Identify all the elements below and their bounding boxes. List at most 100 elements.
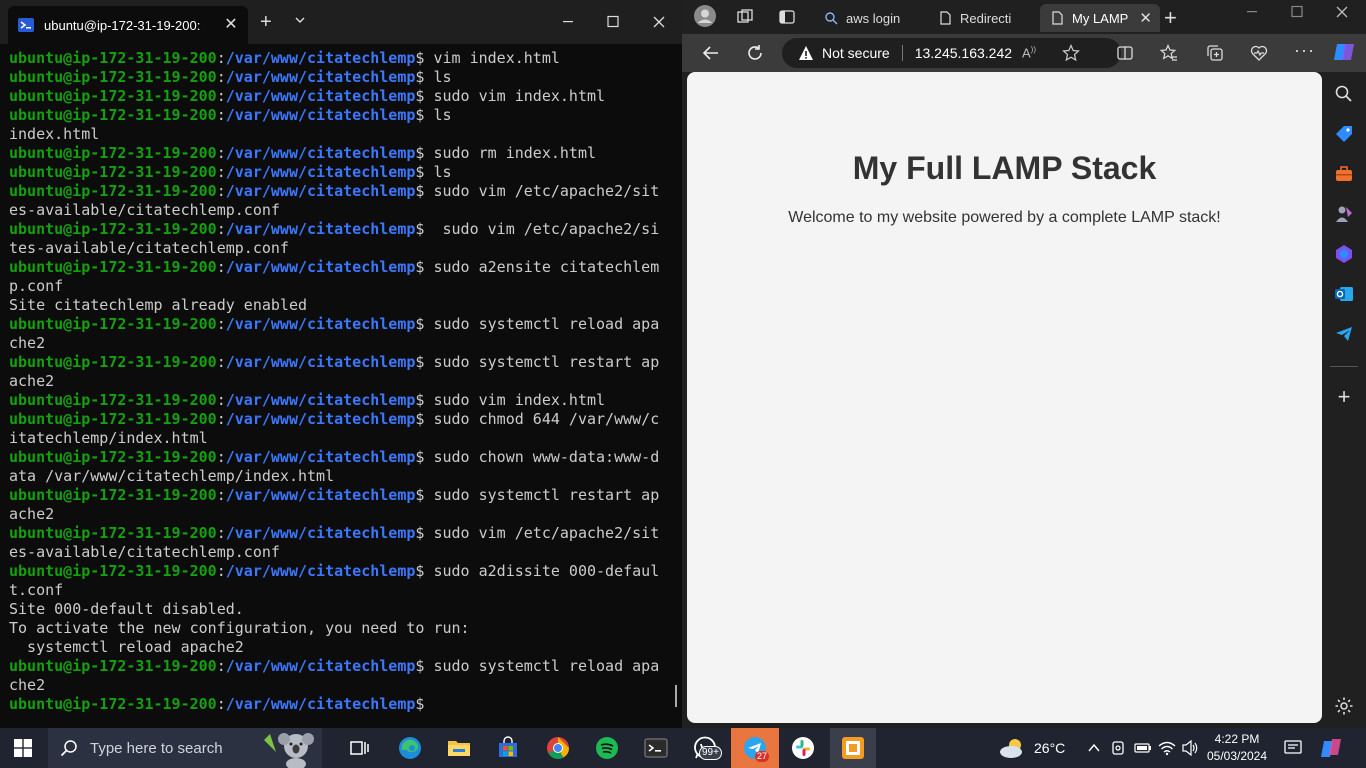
search-icon[interactable] xyxy=(1334,84,1354,104)
prompt-colon: : xyxy=(216,87,226,105)
slack-icon[interactable] xyxy=(791,736,815,760)
security-status[interactable]: Not secure xyxy=(822,45,890,61)
microsoft-store-icon[interactable] xyxy=(496,736,520,760)
terminal-prompt-line: ubuntu@ip-172-31-19-200:/var/www/citatec… xyxy=(9,353,674,372)
terminal-output-text: es-available/citatechlemp.conf xyxy=(9,201,280,219)
prompt-dollar: $ xyxy=(415,391,434,409)
task-view-icon[interactable] xyxy=(348,736,372,760)
weather-cloud-icon[interactable] xyxy=(998,736,1028,760)
close-tab-icon[interactable]: ✕ xyxy=(1139,9,1152,27)
telegram-app[interactable]: 27 xyxy=(731,728,779,768)
prompt-colon: : xyxy=(216,144,226,162)
copilot-app-icon[interactable] xyxy=(1334,244,1354,264)
maximize-icon[interactable] xyxy=(1287,2,1307,22)
workspaces-icon[interactable] xyxy=(736,8,754,26)
prompt-path: /var/www/citatechlemp xyxy=(225,695,416,713)
terminal-command: sudo vim index.html xyxy=(433,391,606,409)
recorder-app[interactable] xyxy=(830,728,876,768)
close-window-icon[interactable] xyxy=(1332,2,1352,22)
sidebar-divider xyxy=(1330,366,1358,367)
prompt-user-host: ubuntu@ip-172-31-19-200 xyxy=(9,315,217,333)
edge-browser-icon[interactable] xyxy=(398,736,422,760)
prompt-path: /var/www/citatechlemp xyxy=(225,448,416,466)
prompt-colon: : xyxy=(216,220,226,238)
minimize-icon[interactable] xyxy=(558,12,578,32)
prompt-user-host: ubuntu@ip-172-31-19-200 xyxy=(9,182,217,200)
prompt-user-host: ubuntu@ip-172-31-19-200 xyxy=(9,144,217,162)
terminal-output-text: tes-available/citatechlemp.conf xyxy=(9,239,289,257)
terminal-window[interactable]: ubuntu@ip-172-31-19-200: /va ✕ + ubuntu@… xyxy=(0,0,682,728)
prompt-dollar: $ xyxy=(415,68,434,86)
new-tab-icon[interactable]: + xyxy=(260,12,272,32)
tag-icon[interactable] xyxy=(1334,124,1354,144)
copilot-icon[interactable] xyxy=(1332,40,1356,64)
add-icon[interactable]: + xyxy=(1334,386,1354,408)
prompt-dollar: $ xyxy=(415,353,434,371)
browser-tab-redirecting[interactable]: Redirecti xyxy=(928,4,1038,32)
collections-icon[interactable] xyxy=(1206,44,1224,62)
new-tab-icon[interactable]: + xyxy=(1164,5,1177,31)
close-window-icon[interactable] xyxy=(649,12,669,32)
chrome-icon[interactable] xyxy=(546,736,570,760)
meet-now-icon[interactable] xyxy=(1110,740,1126,756)
more-menu-icon[interactable]: ··· xyxy=(1294,40,1315,61)
url-text[interactable]: 13.245.163.242 xyxy=(915,45,1012,61)
prompt-user-host: ubuntu@ip-172-31-19-200 xyxy=(9,87,217,105)
refresh-icon[interactable] xyxy=(746,44,764,62)
terminal-output-line: Site citatechlemp already enabled xyxy=(9,296,674,315)
speaker-icon[interactable] xyxy=(1182,740,1200,756)
read-aloud-icon[interactable]: A)) xyxy=(1022,45,1036,60)
prompt-colon: : xyxy=(216,49,226,67)
favorite-star-icon[interactable] xyxy=(1062,44,1080,62)
prompt-dollar: $ xyxy=(415,49,434,67)
browser-tab-aws-login[interactable]: aws login xyxy=(814,4,924,32)
terminal-scrollbar[interactable] xyxy=(675,685,677,707)
chevron-down-icon[interactable] xyxy=(294,14,306,26)
browser-essentials-icon[interactable] xyxy=(1250,44,1268,62)
minimize-icon[interactable] xyxy=(1242,2,1262,22)
whatsapp-app[interactable]: 99+ xyxy=(686,728,730,768)
terminal-output-text: es-available/citatechlemp.conf xyxy=(9,543,280,561)
toolbox-icon[interactable] xyxy=(1334,164,1354,184)
favorites-icon[interactable] xyxy=(1160,44,1178,62)
prompt-dollar: $ xyxy=(415,163,434,181)
warning-icon[interactable] xyxy=(798,45,814,61)
wifi-icon[interactable] xyxy=(1158,740,1176,756)
terminal-prompt-line: ubuntu@ip-172-31-19-200:/var/www/citatec… xyxy=(9,410,674,429)
terminal-app-icon[interactable] xyxy=(644,736,668,760)
taskbar-search-box[interactable]: Type here to search xyxy=(48,728,322,768)
windows-start-icon[interactable] xyxy=(14,739,32,757)
prompt-colon: : xyxy=(216,258,226,276)
windows-taskbar: Type here to search 99+ 27 26°C 4:22 PM … xyxy=(0,728,1366,768)
outlook-icon[interactable] xyxy=(1334,284,1354,304)
tab-actions-icon[interactable] xyxy=(778,8,796,26)
browser-window[interactable]: aws login Redirecti My LAMP ✕ + Not secu… xyxy=(682,0,1366,728)
terminal-output-text: Site citatechlemp already enabled xyxy=(9,296,308,314)
close-tab-icon[interactable]: ✕ xyxy=(222,16,240,34)
back-arrow-icon[interactable] xyxy=(702,44,720,62)
prompt-dollar: $ xyxy=(415,258,434,276)
file-explorer-icon[interactable] xyxy=(447,736,471,760)
taskbar-clock[interactable]: 4:22 PM 05/03/2024 xyxy=(1204,731,1270,765)
copilot-icon[interactable] xyxy=(1320,736,1344,760)
maximize-icon[interactable] xyxy=(603,12,623,32)
terminal-tab[interactable]: ubuntu@ip-172-31-19-200: /va ✕ xyxy=(8,6,248,44)
terminal-prompt-line: ubuntu@ip-172-31-19-200:/var/www/citatec… xyxy=(9,486,674,505)
browser-tab-my-lamp[interactable]: My LAMP ✕ xyxy=(1040,4,1160,32)
profile-avatar-icon[interactable] xyxy=(694,5,716,27)
terminal-output-text: t.conf xyxy=(9,581,64,599)
terminal-output-line: To activate the new configuration, you n… xyxy=(9,619,674,638)
games-icon[interactable] xyxy=(1334,204,1354,224)
battery-icon[interactable] xyxy=(1134,740,1152,756)
notification-icon[interactable] xyxy=(1284,740,1302,756)
address-bar[interactable]: Not secure 13.245.163.242 A)) xyxy=(782,38,1121,68)
recorder-icon xyxy=(841,736,865,760)
weather-temperature[interactable]: 26°C xyxy=(1034,740,1065,756)
prompt-user-host: ubuntu@ip-172-31-19-200 xyxy=(9,220,217,238)
gear-icon[interactable] xyxy=(1334,696,1354,716)
chevron-up-icon[interactable] xyxy=(1087,741,1101,755)
telegram-send-icon[interactable] xyxy=(1334,324,1354,344)
spotify-icon[interactable] xyxy=(595,736,619,760)
terminal-output[interactable]: ubuntu@ip-172-31-19-200: /var/www/citatec… xyxy=(9,49,674,719)
split-screen-icon[interactable] xyxy=(1116,44,1134,62)
